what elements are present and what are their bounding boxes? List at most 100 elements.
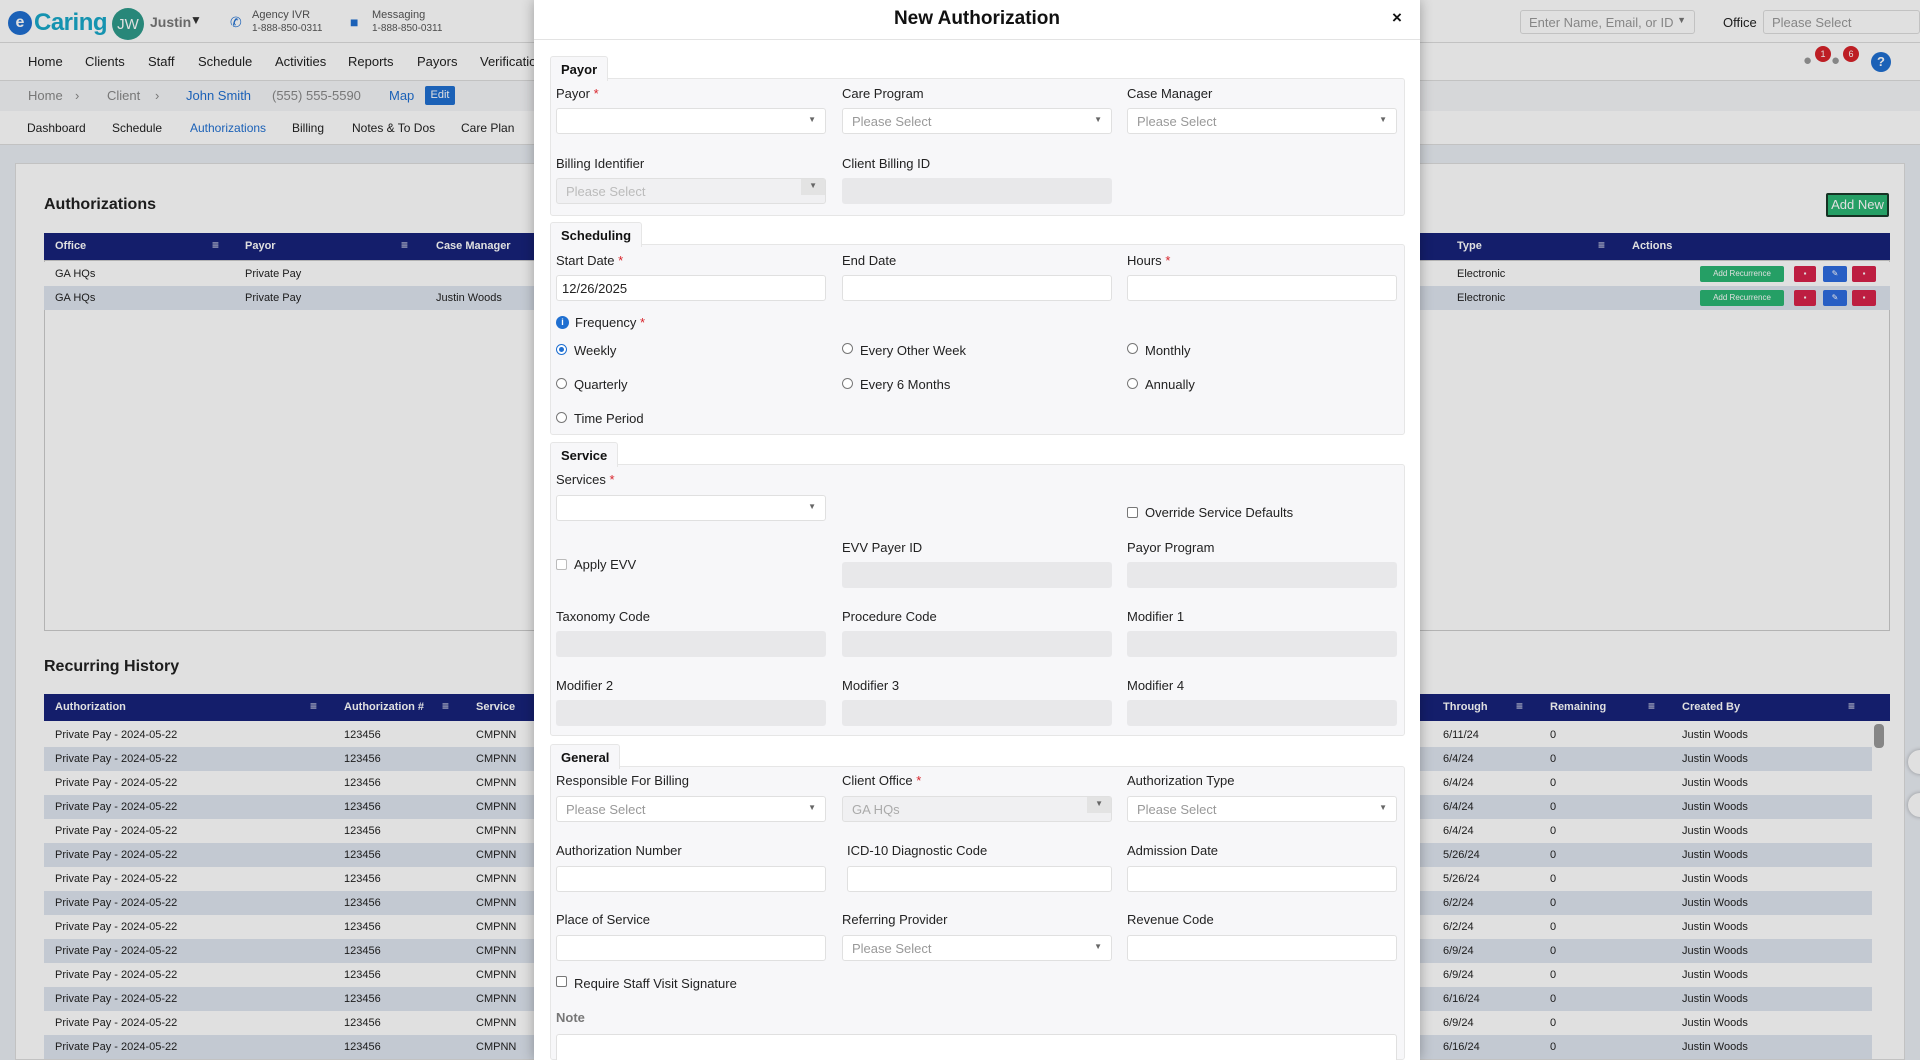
scrollbar-thumb[interactable]: [1874, 724, 1884, 748]
col-type[interactable]: Type: [1457, 240, 1482, 252]
menu-icon[interactable]: ≡: [1598, 238, 1605, 252]
place-of-service-input[interactable]: [556, 935, 826, 961]
icd10-input[interactable]: [847, 866, 1112, 892]
search-input[interactable]: Enter Name, Email, or ID ▼: [1520, 10, 1695, 34]
user-avatar[interactable]: JW: [112, 8, 144, 40]
client-office-select[interactable]: GA HQs ▼: [842, 796, 1112, 822]
user-name[interactable]: Justin: [150, 14, 191, 30]
payor-program-input[interactable]: [1127, 562, 1397, 588]
start-date-input[interactable]: 12/26/2025: [556, 275, 826, 301]
save-icon[interactable]: ▪: [1794, 290, 1816, 306]
procedure-code-input[interactable]: [842, 631, 1112, 657]
apply-evv-checkbox[interactable]: [556, 559, 567, 570]
tab-schedule[interactable]: Schedule: [112, 121, 162, 135]
col-through[interactable]: Through: [1443, 701, 1488, 713]
bell-icon[interactable]: ●: [1831, 52, 1840, 69]
nav-verification[interactable]: Verificatio: [480, 54, 536, 69]
radio-every-6-months[interactable]: [842, 378, 853, 389]
responsible-billing-select[interactable]: Please Select ▼: [556, 796, 826, 822]
admission-date-input[interactable]: [1127, 866, 1397, 892]
map-link[interactable]: Map: [389, 88, 414, 103]
menu-icon[interactable]: ≡: [212, 238, 219, 252]
trash-icon[interactable]: ▪: [1852, 290, 1876, 306]
tab-notes[interactable]: Notes & To Dos: [352, 121, 435, 135]
edit-icon[interactable]: ✎: [1823, 290, 1847, 306]
tab-billing[interactable]: Billing: [292, 121, 324, 135]
col-payor[interactable]: Payor: [245, 240, 276, 252]
menu-icon[interactable]: ≡: [1516, 699, 1523, 713]
evv-payer-id-input[interactable]: [842, 562, 1112, 588]
radio-time-period[interactable]: [556, 412, 567, 423]
messaging[interactable]: Messaging 1-888-850-0311: [372, 9, 442, 35]
edit-button[interactable]: Edit: [425, 86, 455, 105]
breadcrumb-client[interactable]: Client: [107, 88, 140, 103]
payor-select[interactable]: ▼: [556, 108, 826, 134]
col-actions[interactable]: Actions: [1632, 240, 1672, 252]
client-billing-id-input[interactable]: [842, 178, 1112, 204]
require-signature-checkbox[interactable]: [556, 976, 567, 987]
note-textarea[interactable]: [556, 1034, 1397, 1060]
col-case-manager[interactable]: Case Manager: [436, 240, 511, 252]
help-icon[interactable]: ?: [1871, 52, 1891, 72]
breadcrumb-home[interactable]: Home: [28, 88, 63, 103]
col-authorization-number[interactable]: Authorization #: [344, 701, 424, 713]
info-icon[interactable]: i: [556, 316, 569, 329]
care-program-select[interactable]: Please Select ▼: [842, 108, 1112, 134]
office-select[interactable]: Please Select: [1763, 10, 1920, 34]
chevron-down-icon[interactable]: ▼: [190, 13, 202, 27]
trash-icon[interactable]: ▪: [1852, 266, 1876, 282]
modifier-3-input[interactable]: [842, 700, 1112, 726]
chat-icon[interactable]: ●: [1803, 52, 1812, 69]
nav-home[interactable]: Home: [28, 54, 63, 69]
col-service[interactable]: Service: [476, 701, 515, 713]
modifier-1-input[interactable]: [1127, 631, 1397, 657]
app-logo[interactable]: e Caring: [8, 9, 108, 37]
nav-payors[interactable]: Payors: [417, 54, 457, 69]
col-office[interactable]: Office: [55, 240, 86, 252]
menu-icon[interactable]: ≡: [401, 238, 408, 252]
radio-quarterly[interactable]: [556, 378, 567, 389]
modifier-2-input[interactable]: [556, 700, 826, 726]
edit-icon[interactable]: ✎: [1823, 266, 1847, 282]
side-widget-button[interactable]: [1908, 750, 1920, 774]
side-widget-button[interactable]: [1908, 793, 1920, 817]
hours-input[interactable]: [1127, 275, 1397, 301]
radio-annually[interactable]: [1127, 378, 1138, 389]
add-recurrence-button[interactable]: Add Recurrence: [1700, 290, 1784, 306]
nav-staff[interactable]: Staff: [148, 54, 175, 69]
nav-schedule[interactable]: Schedule: [198, 54, 252, 69]
col-authorization[interactable]: Authorization: [55, 701, 126, 713]
col-created-by[interactable]: Created By: [1682, 701, 1740, 713]
radio-every-other-week[interactable]: [842, 343, 853, 354]
revenue-code-input[interactable]: [1127, 935, 1397, 961]
breadcrumb-client-name[interactable]: John Smith: [186, 88, 251, 103]
save-icon[interactable]: ▪: [1794, 266, 1816, 282]
add-new-button[interactable]: Add New: [1826, 193, 1889, 217]
col-remaining[interactable]: Remaining: [1550, 701, 1606, 713]
menu-icon[interactable]: ≡: [1848, 699, 1855, 713]
taxonomy-code-input[interactable]: [556, 631, 826, 657]
modifier-4-input[interactable]: [1127, 700, 1397, 726]
authorization-type-select[interactable]: Please Select ▼: [1127, 796, 1397, 822]
menu-icon[interactable]: ≡: [1648, 699, 1655, 713]
end-date-input[interactable]: [842, 275, 1112, 301]
nav-reports[interactable]: Reports: [348, 54, 394, 69]
menu-icon[interactable]: ≡: [442, 699, 449, 713]
billing-identifier-select[interactable]: Please Select ▼: [556, 178, 826, 204]
agency-ivr[interactable]: Agency IVR 1-888-850-0311: [252, 9, 322, 35]
tab-authorizations[interactable]: Authorizations: [190, 121, 266, 135]
radio-weekly[interactable]: [556, 344, 567, 355]
case-manager-select[interactable]: Please Select ▼: [1127, 108, 1397, 134]
close-icon[interactable]: ×: [1392, 8, 1402, 28]
tab-dashboard[interactable]: Dashboard: [27, 121, 86, 135]
authorization-number-input[interactable]: [556, 866, 826, 892]
radio-monthly[interactable]: [1127, 343, 1138, 354]
nav-activities[interactable]: Activities: [275, 54, 326, 69]
tab-care-plan[interactable]: Care Plan: [461, 121, 514, 135]
override-service-defaults-checkbox[interactable]: [1127, 507, 1138, 518]
services-select[interactable]: ▼: [556, 495, 826, 521]
add-recurrence-button[interactable]: Add Recurrence: [1700, 266, 1784, 282]
referring-provider-select[interactable]: Please Select ▼: [842, 935, 1112, 961]
menu-icon[interactable]: ≡: [310, 699, 317, 713]
nav-clients[interactable]: Clients: [85, 54, 125, 69]
